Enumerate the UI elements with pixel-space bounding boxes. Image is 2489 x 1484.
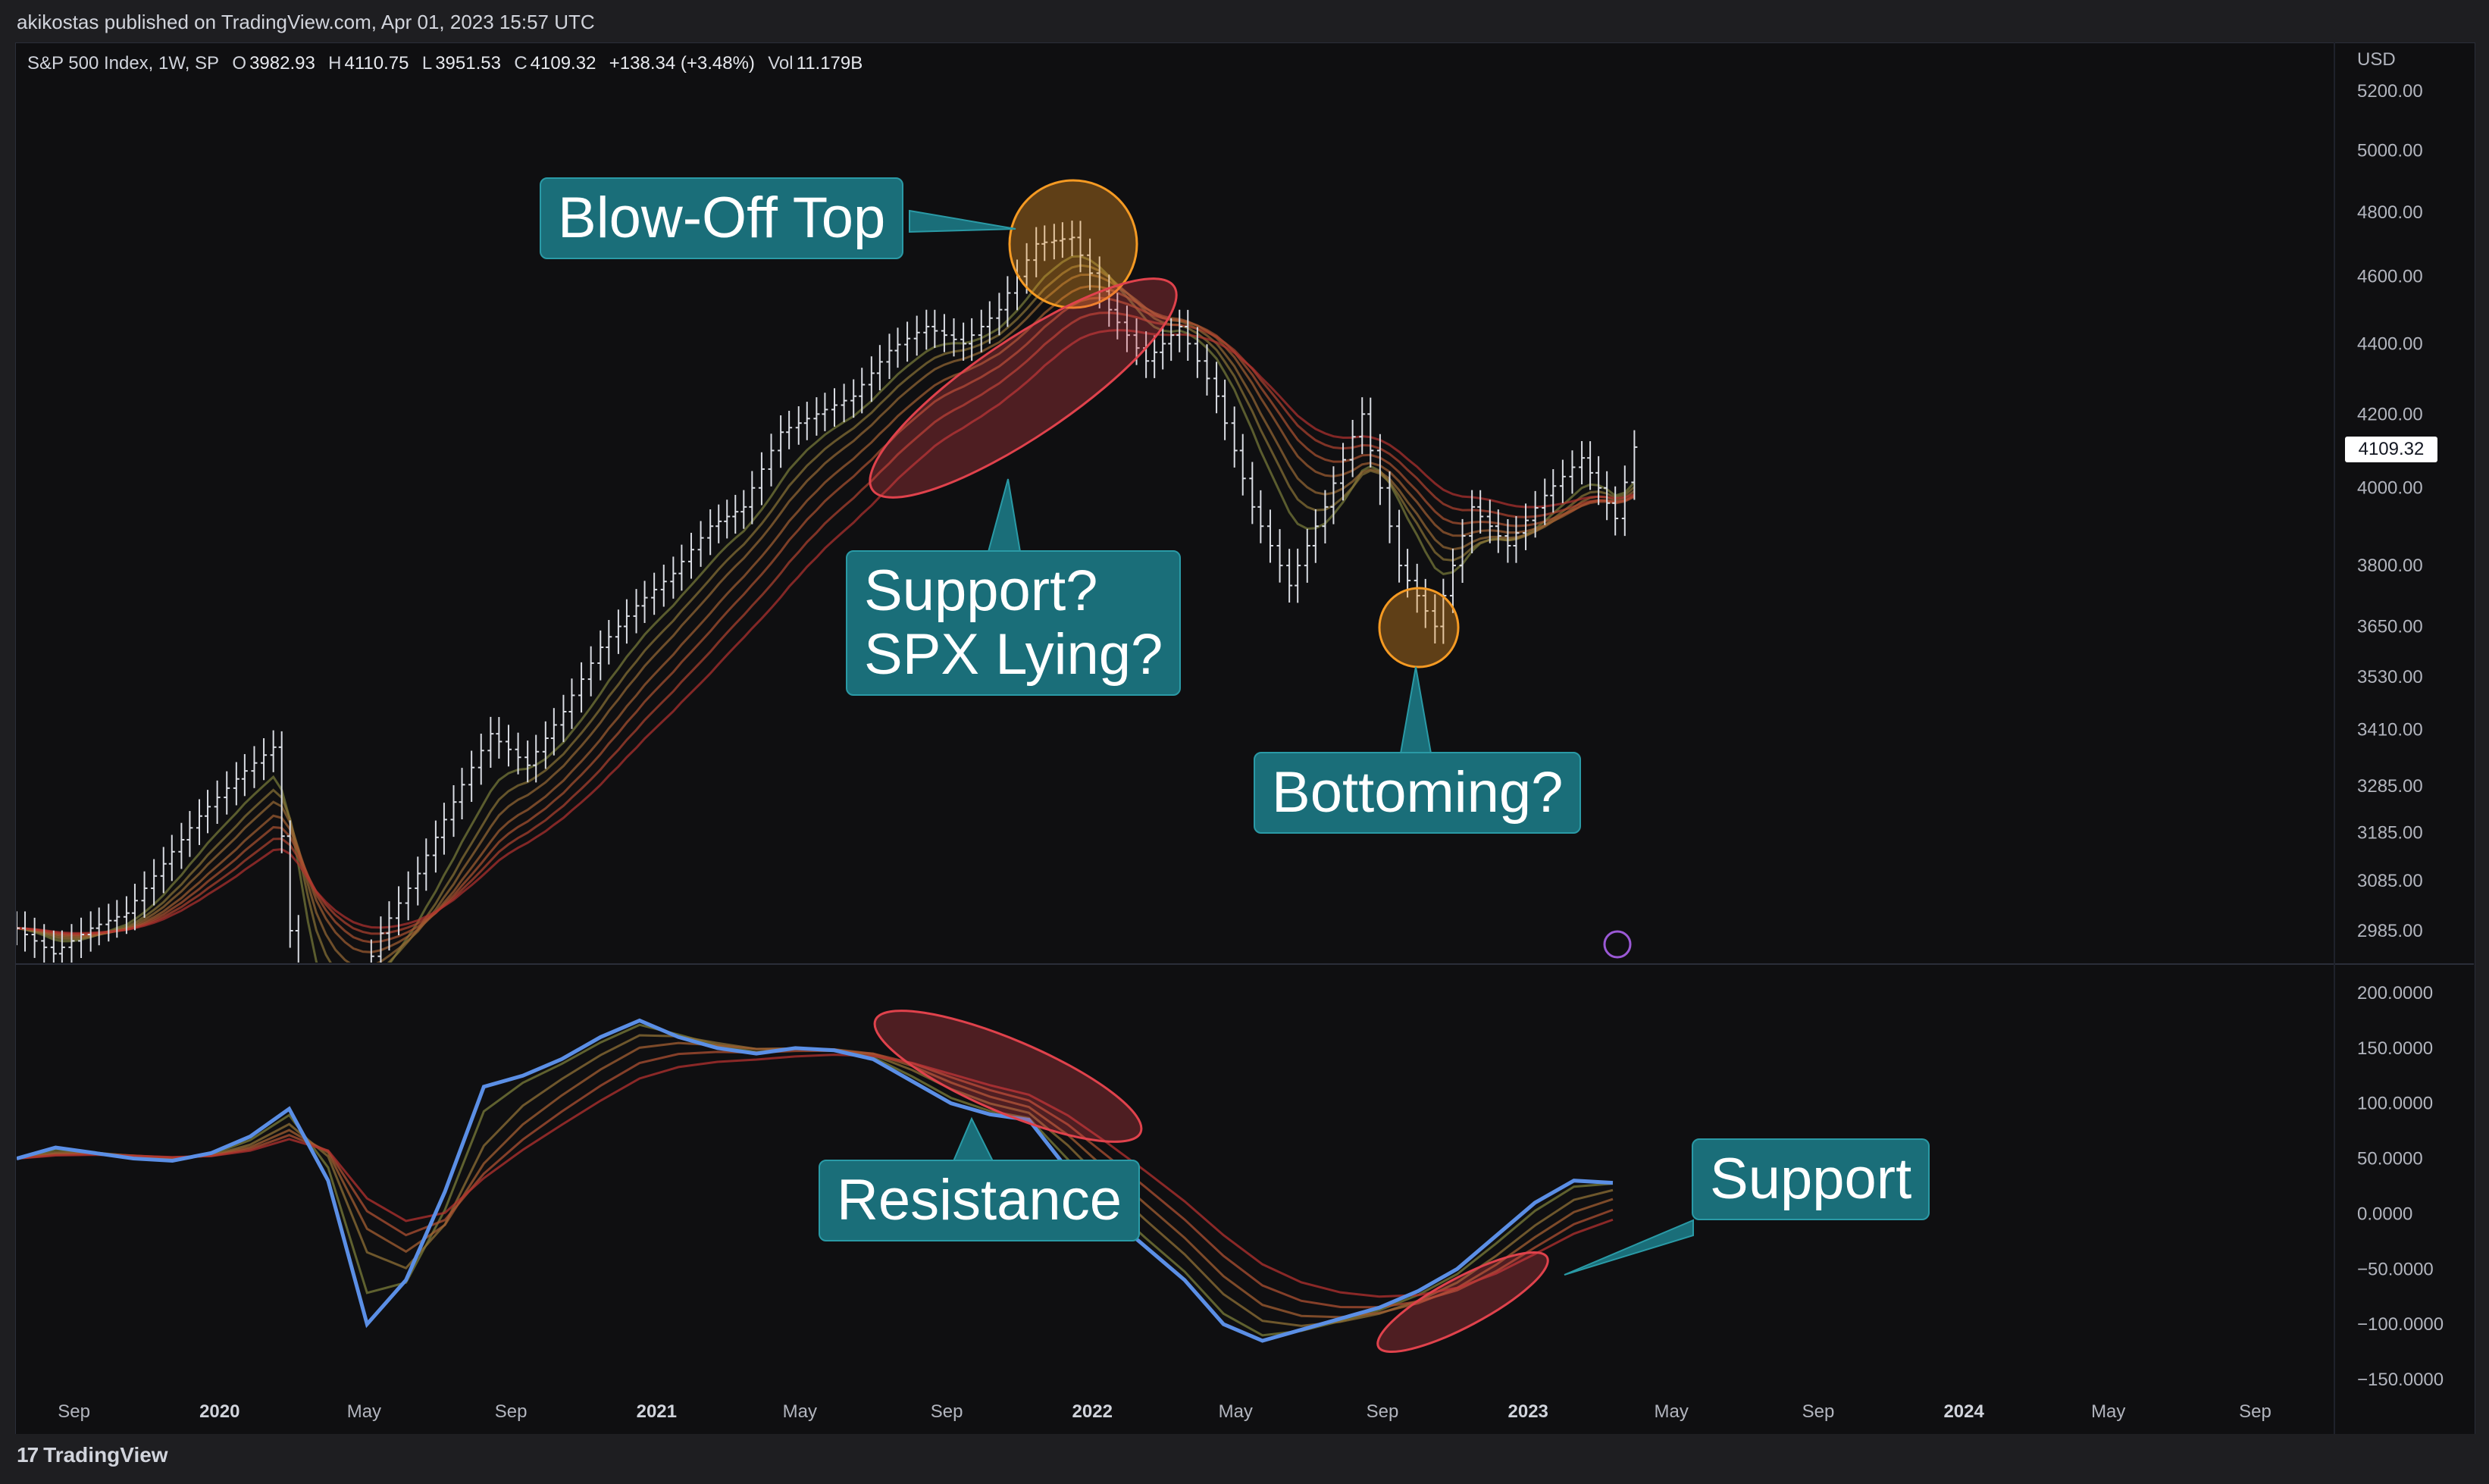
osc-ribbon-line	[17, 1049, 1614, 1309]
osc-ribbon-line	[17, 1034, 1614, 1327]
tradingview-logo-icon: 17	[17, 1443, 39, 1467]
footer-bar	[0, 1434, 2489, 1484]
last-price-label: 4109.32	[2345, 437, 2437, 462]
time-tick-label: 2021	[637, 1401, 677, 1422]
callout-support-spx[interactable]: Support? SPX Lying?	[846, 550, 1182, 696]
chart-canvas[interactable]: USD 5200.00 5000.00 4800.00 4600.00 4400.00 42…	[0, 0, 2489, 1484]
callout-resistance[interactable]: Resistance	[819, 1160, 1140, 1241]
oscillator-pane	[17, 1018, 1614, 1343]
price-tick-label: 3285.00	[2357, 776, 2423, 797]
price-tick-label: 4200.00	[2357, 404, 2423, 424]
legend-low-label: L	[421, 53, 433, 74]
tradingview-brand: TradingView	[43, 1443, 168, 1467]
osc-tick-label: 50.0000	[2357, 1149, 2423, 1169]
price-tick-label: 4800.00	[2357, 202, 2423, 223]
price-pane	[17, 221, 1638, 963]
highlight-ellipse-support	[869, 277, 1178, 499]
time-tick-label: May	[1219, 1401, 1253, 1422]
legend-symbol[interactable]: S&P 500 Index, 1W, SP	[27, 53, 219, 74]
callout-pointer-support	[987, 478, 1022, 553]
osc-tick-label: 100.0000	[2357, 1094, 2433, 1114]
time-tick-label: 2020	[199, 1401, 240, 1422]
legend-vol-label: Vol	[768, 53, 794, 74]
callout-bottoming[interactable]: Bottoming?	[1254, 752, 1582, 834]
price-tick-label: 3410.00	[2357, 719, 2423, 740]
time-tick-label: 2023	[1508, 1401, 1548, 1422]
time-tick-label: May	[347, 1401, 381, 1422]
price-tick-label: 3800.00	[2357, 556, 2423, 576]
time-tick-label: Sep	[58, 1401, 90, 1422]
price-tick-label: 5000.00	[2357, 140, 2423, 161]
callout-pointer-resistance	[952, 1116, 994, 1162]
legend-high-label: H	[328, 53, 342, 74]
tradingview-logo[interactable]: 17 TradingView	[17, 1443, 168, 1467]
time-tick-label: 2022	[1072, 1401, 1113, 1422]
legend-low: 3951.53	[435, 53, 501, 74]
osc-tick-label: 150.0000	[2357, 1038, 2433, 1059]
time-tick-label: Sep	[495, 1401, 528, 1422]
time-tick-label: May	[783, 1401, 817, 1422]
osc-tick-label: −150.0000	[2357, 1370, 2444, 1390]
time-tick-label: May	[2091, 1401, 2125, 1422]
price-tick-label: 4600.00	[2357, 267, 2423, 287]
price-tick-label: 3650.00	[2357, 617, 2423, 637]
time-tick-label: 2024	[1943, 1401, 1984, 1422]
osc-tick-label: −100.0000	[2357, 1314, 2444, 1335]
price-tick-label: 3085.00	[2357, 871, 2423, 891]
price-tick-label: 5200.00	[2357, 81, 2423, 102]
time-tick-label: Sep	[931, 1401, 963, 1422]
lightning-icon	[1603, 930, 1632, 959]
price-tick-label: 4000.00	[2357, 478, 2423, 499]
osc-ribbon-line	[17, 1054, 1614, 1298]
symbol-legend: S&P 500 Index, 1W, SP O 3982.93 H 4110.75 …	[27, 53, 866, 74]
legend-vol: 11.179B	[796, 53, 863, 74]
legend-close: 4109.32	[530, 53, 596, 74]
price-tick-label: 4400.00	[2357, 333, 2423, 354]
callout-blow-off-top[interactable]: Blow-Off Top	[540, 177, 904, 259]
time-tick-label: May	[1655, 1401, 1689, 1422]
legend-close-label: C	[514, 53, 528, 74]
time-tick-label: Sep	[1367, 1401, 1399, 1422]
legend-high: 4110.75	[344, 53, 409, 74]
time-tick-label: Sep	[1802, 1401, 1835, 1422]
osc-tick-label: 200.0000	[2357, 983, 2433, 1003]
callout-pointer-support-osc	[1564, 1219, 1694, 1276]
callout-pointer-bottoming	[1399, 666, 1432, 754]
legend-open-label: O	[232, 53, 247, 74]
osc-ribbon-line	[17, 1041, 1614, 1319]
price-axis-currency: USD	[2357, 49, 2396, 70]
callout-support[interactable]: Support	[1692, 1138, 1930, 1220]
price-tick-label: 3530.00	[2357, 667, 2423, 687]
time-tick-label: Sep	[2239, 1401, 2271, 1422]
callout-pointer-top	[909, 209, 1016, 233]
osc-ribbon-line	[17, 1023, 1614, 1337]
price-tick-label: 2985.00	[2357, 921, 2423, 941]
legend-open: 3982.93	[249, 53, 315, 74]
highlight-circle-bottom	[1378, 587, 1460, 668]
oscillator-line	[17, 1018, 1614, 1343]
legend-change: +138.34 (+3.48%)	[609, 53, 755, 74]
osc-tick-label: −50.0000	[2357, 1259, 2434, 1279]
osc-tick-label: 0.0000	[2357, 1204, 2412, 1224]
price-tick-label: 3185.00	[2357, 823, 2423, 844]
